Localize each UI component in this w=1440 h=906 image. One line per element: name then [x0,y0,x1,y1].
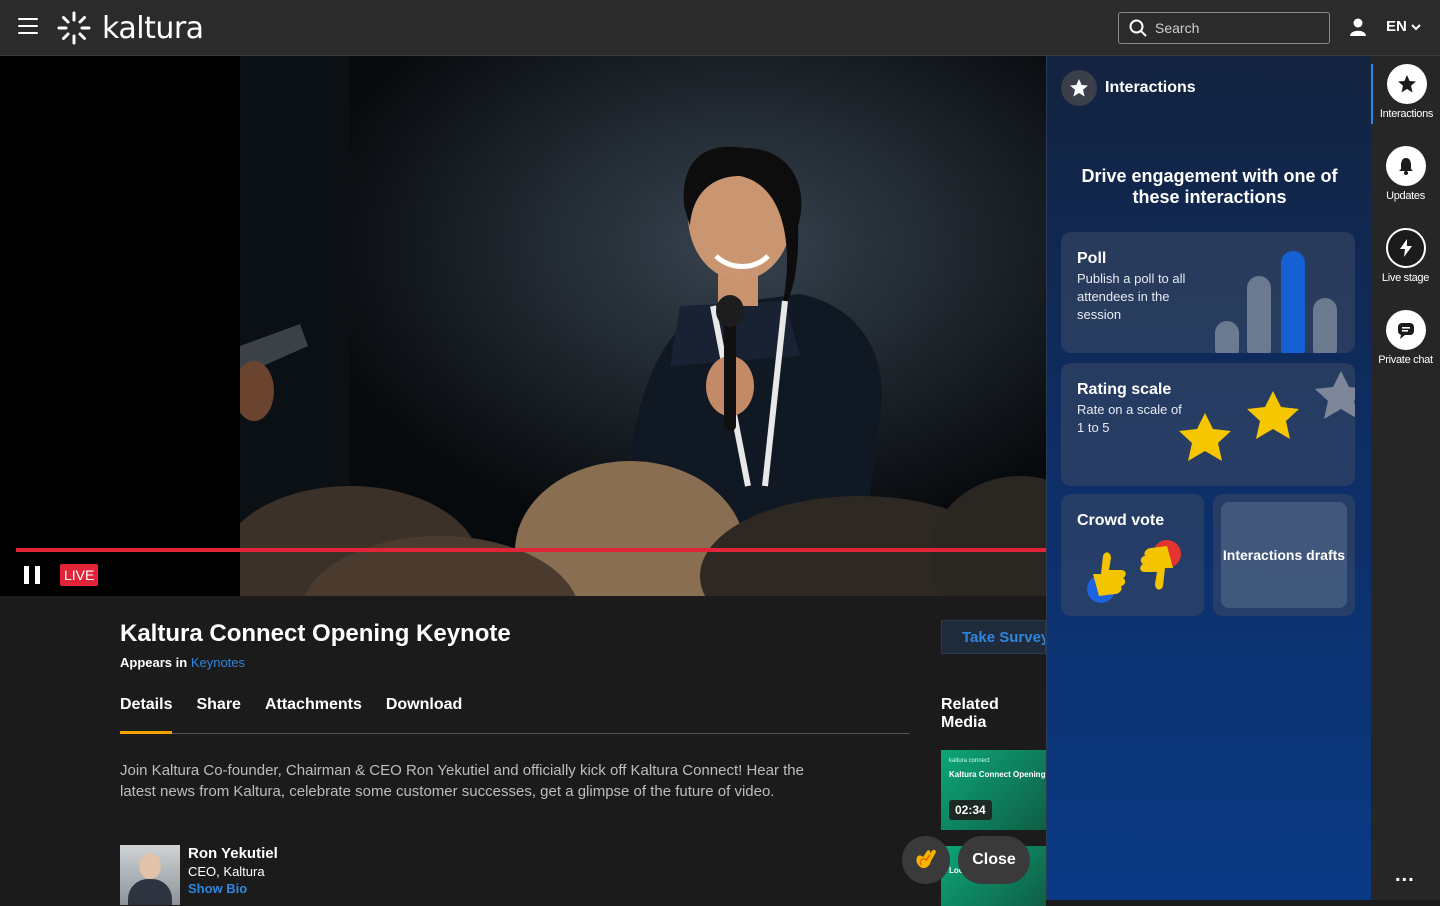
bar-chart-icon [1215,251,1337,353]
drafts-label: Interactions drafts [1221,502,1347,608]
appears-in-label: Appears in [120,655,188,670]
rail-label: Updates [1386,190,1425,202]
bolt-icon [1385,228,1426,268]
star-icon [1061,70,1097,106]
rail-live-stage[interactable]: Live stage [1371,228,1440,284]
rail-label: Private chat [1378,354,1433,366]
chevron-down-icon [1411,23,1421,30]
presenter: Ron Yekutiel CEO, Kaltura Show Bio [120,845,278,905]
video-frame [240,56,1046,596]
category-link[interactable]: Keynotes [191,655,245,670]
panel-title: Interactions [1105,79,1196,96]
progress-bar[interactable] [16,548,1046,552]
more-options-icon[interactable]: ... [1395,864,1415,887]
tab-share[interactable]: Share [196,696,240,734]
tab-bar: Details Share Attachments Download [120,696,909,734]
language-label: EN [1386,18,1407,35]
rail-interactions[interactable]: Interactions [1371,64,1440,124]
clap-reaction-button[interactable] [902,836,950,884]
take-survey-label: Take Survey [962,628,1046,646]
entry-description: Join Kaltura Co-founder, Chairman & CEO … [120,762,804,800]
entry-details: Kaltura Connect Opening Keynote Appears … [0,596,1046,906]
kaltura-logo-icon [57,11,91,45]
search-box[interactable] [1118,12,1330,44]
presenter-role: CEO, Kaltura [188,864,265,879]
avatar [120,845,180,905]
interactions-drafts-card[interactable]: Interactions drafts [1213,494,1355,616]
tab-download[interactable]: Download [386,696,462,734]
page-title: Kaltura Connect Opening Keynote [120,620,511,647]
pause-button[interactable] [24,566,44,586]
show-bio-link[interactable]: Show Bio [188,881,278,896]
panel-header: Interactions [1061,70,1196,106]
panel-headline: Drive engagement with one of these inter… [1081,166,1338,207]
rating-scale-card[interactable]: Rating scale Rate on a scale of 1 to 5 [1061,363,1355,486]
top-bar: kaltura EN [0,0,1440,56]
related-media-item[interactable]: kaltura connect Kaltura Connect Opening … [941,750,1046,830]
search-input[interactable] [1155,20,1325,36]
rail-updates[interactable]: Updates [1371,146,1440,202]
search-icon [1129,19,1147,37]
poll-title: Poll [1077,250,1107,267]
stars-icon [1179,371,1355,461]
chat-icon [1385,310,1426,350]
language-selector[interactable]: EN [1386,18,1421,35]
tab-details[interactable]: Details [120,696,173,734]
rail-label: Interactions [1379,108,1434,120]
menu-icon[interactable] [18,18,38,36]
rail-private-chat[interactable]: Private chat [1371,310,1440,366]
crowd-vote-title: Crowd vote [1077,512,1165,529]
rail-label: Live stage [1381,272,1430,284]
poll-description: Publish a poll to all attendees in the s… [1077,271,1186,322]
speaker-video-image [240,56,1046,596]
interactions-panel: Interactions Drive engagement with one o… [1046,56,1371,900]
thumb-brand: kaltura connect [949,758,990,764]
star-icon [1386,64,1427,104]
rating-title: Rating scale [1077,381,1172,398]
tab-attachments[interactable]: Attachments [265,696,362,734]
thumbs-icon [1087,540,1181,603]
appears-in: Appears in Keynotes [120,655,245,670]
kaltura-logo[interactable]: kaltura [56,10,204,46]
presenter-name: Ron Yekutiel [188,845,278,862]
user-icon[interactable] [1348,17,1368,37]
side-rail: Interactions Updates Live stage Private … [1371,56,1440,900]
related-media-heading: Related Media [941,696,999,731]
thumb-title: Kaltura Connect Opening Keynote [949,770,1046,779]
brand-name: kaltura [102,10,204,46]
crowd-vote-card[interactable]: Crowd vote [1061,494,1204,616]
close-button[interactable]: Close [958,836,1030,884]
live-badge: LIVE [60,564,99,586]
bell-icon [1385,146,1426,186]
duration-badge: 02:34 [949,800,992,820]
take-survey-button[interactable]: Take Survey [941,620,1046,654]
poll-card[interactable]: Poll Publish a poll to all attendees in … [1061,232,1355,353]
clap-icon [916,849,936,869]
video-player[interactable]: LIVE [0,56,1046,596]
